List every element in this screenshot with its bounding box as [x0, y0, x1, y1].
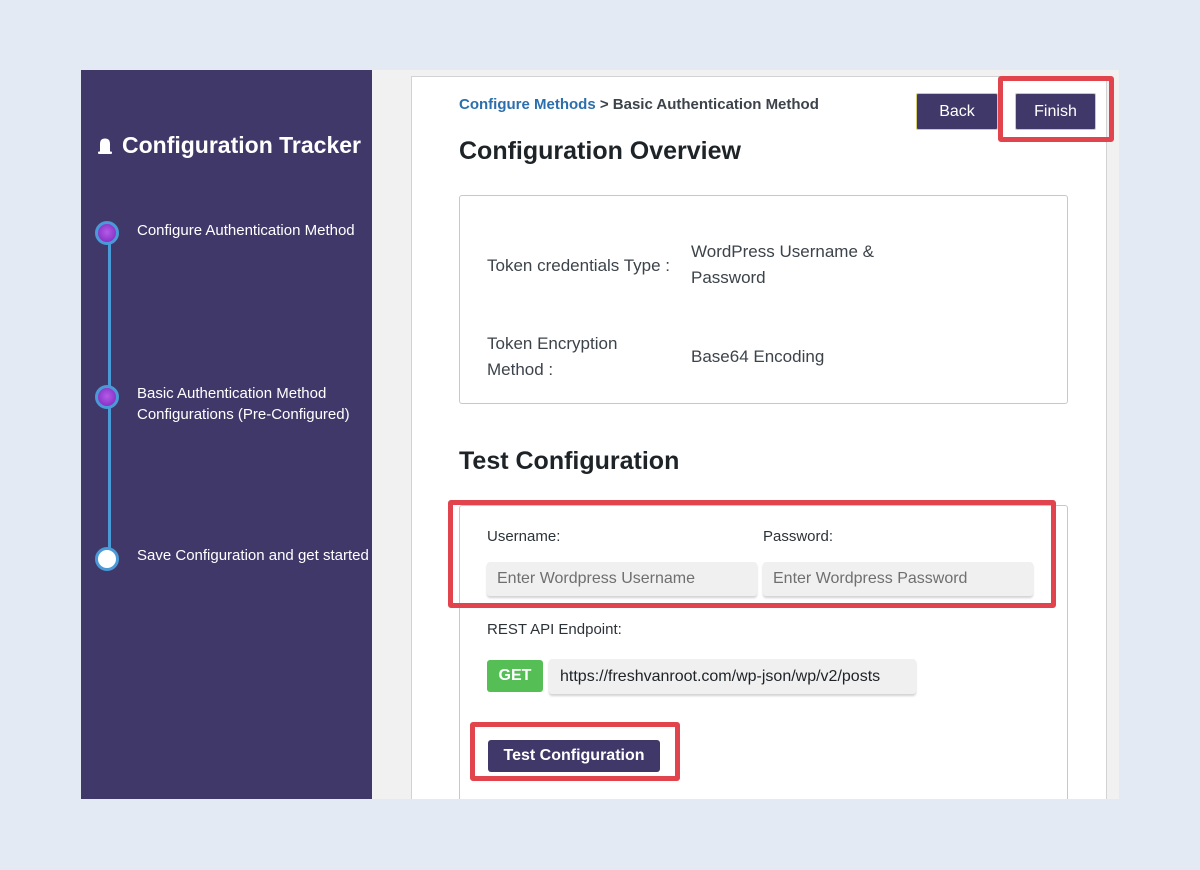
step-2-label[interactable]: Basic Authentication Method Configuratio…	[137, 383, 369, 425]
main-panel: Configure Methods > Basic Authentication…	[411, 76, 1107, 799]
configuration-tracker-sidebar: Configuration Tracker Configure Authenti…	[81, 70, 372, 799]
step-1-indicator	[95, 221, 119, 245]
test-configuration-box: Username: Password: REST API Endpoint: G…	[459, 505, 1068, 799]
password-label: Password:	[763, 528, 834, 545]
overview-value-credentials-type: WordPress Username & Password	[691, 242, 874, 287]
overview-title: Configuration Overview	[459, 137, 741, 165]
username-input[interactable]	[487, 562, 757, 596]
breadcrumb-separator: >	[595, 96, 613, 113]
breadcrumb-current: Basic Authentication Method	[612, 96, 819, 113]
step-1-label[interactable]: Configure Authentication Method	[137, 220, 369, 241]
sidebar-title-text: Configuration Tracker	[122, 132, 361, 158]
username-label: Username:	[487, 528, 561, 545]
back-button[interactable]: Back	[916, 93, 998, 130]
step-3-indicator	[95, 547, 119, 571]
overview-label-encryption-method: Token Encryption Method :	[487, 334, 618, 379]
step-2-indicator	[95, 385, 119, 409]
breadcrumb: Configure Methods > Basic Authentication…	[459, 96, 819, 113]
test-configuration-title: Test Configuration	[459, 447, 680, 475]
password-input[interactable]	[763, 562, 1033, 596]
endpoint-label: REST API Endpoint:	[487, 621, 622, 638]
breadcrumb-link-configure-methods[interactable]: Configure Methods	[459, 96, 596, 113]
bell-icon	[98, 138, 112, 154]
endpoint-url: https://freshvanroot.com/wp-json/wp/v2/p…	[549, 659, 916, 694]
step-3-label[interactable]: Save Configuration and get started	[137, 545, 369, 566]
overview-label-credentials-type: Token credentials Type :	[487, 256, 671, 275]
app-window: Configuration Tracker Configure Authenti…	[81, 70, 1119, 799]
http-method-badge: GET	[487, 660, 543, 692]
test-configuration-button[interactable]: Test Configuration	[488, 740, 660, 772]
sidebar-title: Configuration Tracker	[96, 132, 361, 159]
overview-value-encryption-method: Base64 Encoding	[691, 347, 825, 366]
overview-box: Token credentials Type : WordPress Usern…	[459, 195, 1068, 404]
finish-button[interactable]: Finish	[1015, 93, 1096, 130]
